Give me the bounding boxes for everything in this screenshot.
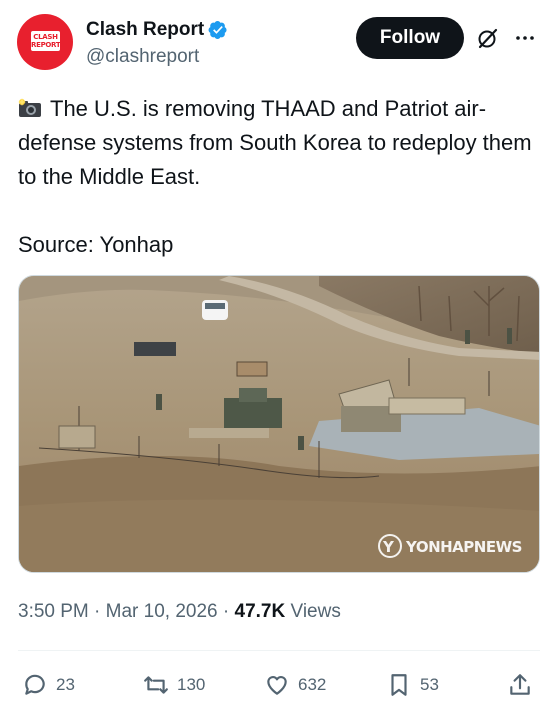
verified-badge-icon: [208, 21, 227, 39]
like-button[interactable]: 632: [264, 668, 326, 702]
avatar[interactable]: CLASH REPORT: [17, 14, 73, 70]
tweet-date[interactable]: Mar 10, 2026: [106, 601, 218, 623]
like-count: 632: [298, 675, 327, 694]
military-site-photo: Y YONHAPNEWS: [19, 276, 539, 572]
author-handle[interactable]: @clashreport: [86, 46, 199, 68]
views-label: Views: [290, 601, 341, 622]
repost-button[interactable]: 130: [143, 668, 205, 702]
bookmark-count: 53: [420, 675, 439, 694]
reply-count: 23: [56, 675, 75, 694]
avatar-text-line1: CLASH: [33, 33, 58, 41]
reply-button[interactable]: 23: [22, 668, 75, 702]
author-display-name[interactable]: Clash Report: [86, 19, 204, 41]
reply-icon: [25, 674, 45, 695]
heart-icon: [267, 676, 287, 695]
action-bar: 23 130 632 53: [0, 668, 552, 702]
camera-flash-emoji-icon: [18, 98, 41, 117]
media-watermark: YONHAPNEWS: [405, 538, 522, 556]
tweet-time[interactable]: 3:50 PM: [18, 601, 89, 623]
grok-icon[interactable]: [476, 26, 500, 50]
tweet-header: CLASH REPORT Clash Report @clashreport F…: [0, 0, 552, 84]
views-count[interactable]: 47.7K: [235, 601, 286, 623]
tweet-photo[interactable]: Y YONHAPNEWS: [18, 275, 540, 573]
bookmark-icon: [391, 674, 407, 696]
tweet-meta: 3:50 PM · Mar 10, 2026 · 47.7K Views: [18, 600, 341, 624]
share-icon: [510, 674, 530, 695]
share-button[interactable]: [507, 668, 533, 702]
repost-count: 130: [177, 675, 206, 694]
follow-button[interactable]: Follow: [356, 17, 464, 59]
more-options-icon[interactable]: [513, 26, 537, 50]
tweet-body: The U.S. is removing THAAD and Patriot a…: [18, 96, 532, 257]
author-name-row: Clash Report: [86, 18, 228, 42]
avatar-logo: CLASH REPORT: [31, 31, 61, 51]
repost-icon: [144, 676, 168, 694]
tweet-text: The U.S. is removing THAAD and Patriot a…: [18, 92, 538, 262]
svg-text:Y: Y: [382, 538, 395, 556]
bookmark-button[interactable]: 53: [386, 668, 439, 702]
divider: [18, 650, 540, 651]
avatar-text-line2: REPORT: [31, 41, 61, 49]
